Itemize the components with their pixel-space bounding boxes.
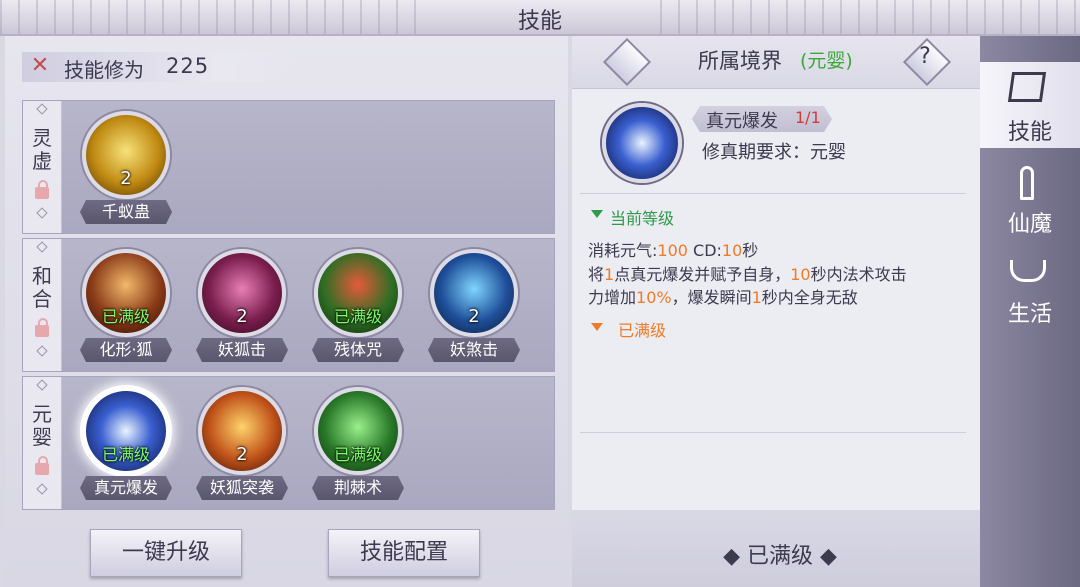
row-label: 和 合 (23, 239, 62, 371)
tab-shenghuo[interactable]: 生活 (980, 252, 1080, 330)
skill-icon-huaxinghu[interactable]: 已满级 (82, 249, 170, 337)
skill-name-label: 妖狐突袭 (196, 476, 288, 500)
row-label: 灵 虚 (23, 101, 62, 233)
ornament-dot (36, 483, 48, 495)
ornament-dot (36, 103, 48, 115)
realm-label: 所属境界 (698, 49, 782, 73)
detail-skill-level: 1/1 (795, 108, 821, 127)
detail-skill-name: 真元爆发 (706, 111, 778, 132)
row-label-char: 灵 (32, 126, 52, 150)
skill-icon-yaohuji[interactable]: 2 (198, 249, 286, 337)
max-level-label: 已满级 (618, 321, 667, 340)
skill-icon-jingjishu[interactable]: 已满级 (314, 387, 402, 475)
skill-icon-cantizhou[interactable]: 已满级 (314, 249, 402, 337)
row-label-char: 婴 (32, 425, 52, 449)
skill-max-badge: 已满级 (333, 307, 382, 326)
skill-name-label: 化形·狐 (80, 338, 172, 362)
help-icon[interactable]: ? (910, 44, 940, 69)
ornament-dot (36, 241, 48, 253)
row-label-char: 合 (32, 287, 52, 311)
tab-label: 技能 (1007, 120, 1052, 145)
skill-name-label: 真元爆发 (80, 476, 172, 500)
divider (580, 432, 966, 433)
page-title: 技能 (517, 9, 562, 34)
row-label-char: 虚 (32, 149, 52, 173)
skill-name-label: 残体咒 (312, 338, 404, 362)
tab-skill[interactable]: 技能 (980, 62, 1080, 148)
tab-label: 仙魔 (1007, 212, 1052, 237)
skill-name-label: 妖煞击 (428, 338, 520, 362)
current-level-label: 当前等级 (610, 209, 675, 228)
skill-name-label: 妖狐击 (196, 338, 288, 362)
row-label-char: 元 (32, 402, 52, 426)
row-label-char: 和 (32, 264, 52, 288)
cultivation-value: 225 (166, 54, 210, 78)
ornament-dot (36, 379, 48, 391)
cost-line: 消耗元气:100 CD:10秒 (588, 241, 759, 260)
triangle-down-icon (591, 210, 603, 218)
tab-label: 生活 (1007, 302, 1052, 327)
skill-level: 2 (236, 444, 248, 465)
divider (580, 193, 966, 194)
lock-icon (35, 318, 49, 337)
title-ornament-left (0, 0, 420, 34)
ornament-dot (36, 345, 48, 357)
sword-icon (1020, 166, 1034, 200)
description-line: 力增加10%，爆发瞬间1秒内全身无敌 (588, 288, 858, 307)
skill-max-badge: 已满级 (101, 445, 150, 464)
skill-max-badge: 已满级 (333, 445, 382, 464)
skill-icon-zhenyuanbaofa[interactable]: 已满级 (82, 387, 170, 475)
description-line: 将1点真元爆发并赋予自身，10秒内法术攻击 (588, 265, 907, 284)
skill-level: 2 (236, 306, 248, 327)
lock-icon (35, 180, 49, 199)
detail-requirement: 修真期要求：元婴 (702, 142, 846, 163)
ornament-dot (36, 207, 48, 219)
skill-level: 2 (468, 306, 480, 327)
skill-icon-yaoshaji[interactable]: 2 (430, 249, 518, 337)
cultivation-label: 技能修为 (64, 58, 144, 82)
skill-icon-yaohutuxi[interactable]: 2 (198, 387, 286, 475)
realm-value: (元婴) (800, 50, 853, 72)
skill-name-label: 荆棘术 (312, 476, 404, 500)
detail-skill-icon (602, 103, 682, 183)
skill-name-label: 千蚁蛊 (80, 200, 172, 224)
max-level-button: ◆ 已满级 ◆ (723, 544, 837, 569)
book-icon (1007, 72, 1047, 102)
title-ornament-right (660, 0, 1080, 34)
row-label: 元 婴 (23, 377, 62, 509)
tab-xianmo[interactable]: 仙魔 (980, 162, 1080, 240)
pot-icon (1010, 260, 1046, 282)
skill-max-badge: 已满级 (101, 307, 150, 326)
triangle-down-icon (591, 323, 603, 331)
skill-icon-qianyigu[interactable]: 2 (82, 111, 170, 199)
upgrade-all-button[interactable]: 一键升级 (90, 529, 242, 577)
cultivation-icon: ✕ (30, 53, 50, 78)
lock-icon (35, 456, 49, 475)
skill-config-button[interactable]: 技能配置 (328, 529, 480, 577)
skill-level: 2 (120, 168, 132, 189)
